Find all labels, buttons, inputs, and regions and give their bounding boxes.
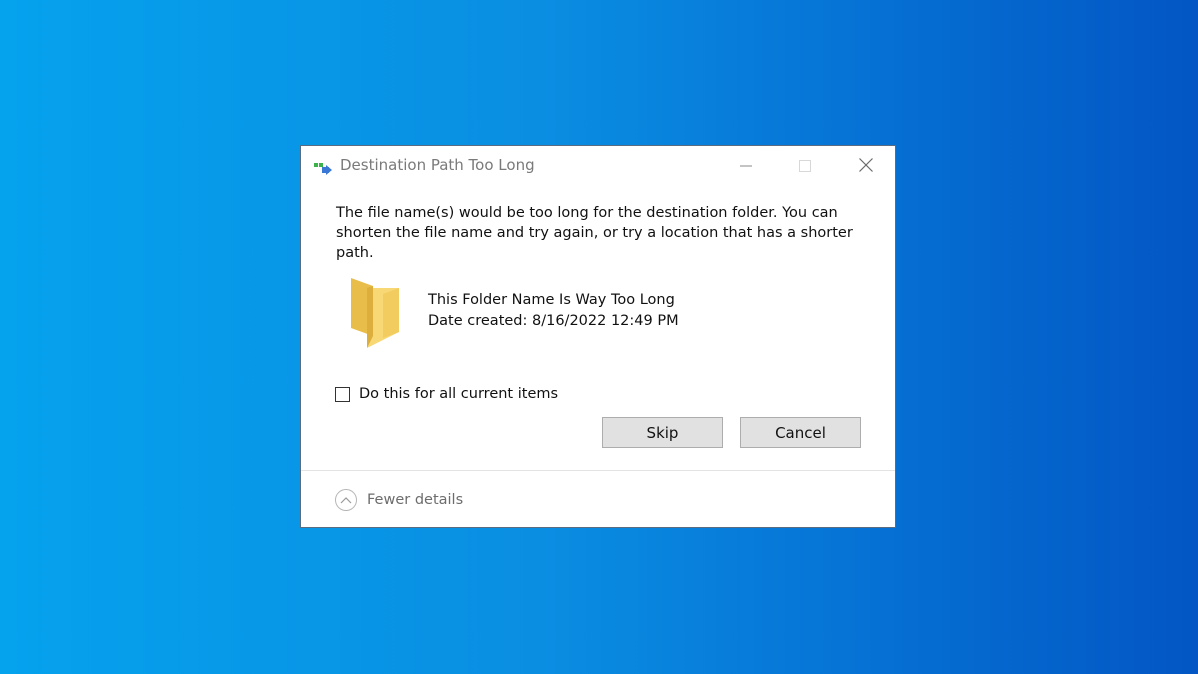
do-this-for-all-checkbox[interactable] (335, 386, 350, 402)
item-name: This Folder Name Is Way Too Long (428, 292, 675, 308)
chevron-up-icon[interactable] (335, 489, 357, 511)
item-date-created: Date created: 8/16/2022 12:49 PM (428, 313, 679, 329)
file-copy-icon (313, 159, 333, 175)
maximize-icon (799, 157, 811, 176)
checkbox-label[interactable]: Do this for all current items (359, 386, 558, 402)
fewer-details-toggle[interactable]: Fewer details (335, 488, 463, 512)
error-message: The file name(s) would be too long for t… (336, 205, 853, 261)
skip-button[interactable]: Skip (602, 417, 723, 448)
close-button[interactable] (846, 152, 886, 180)
maximize-button[interactable] (785, 152, 825, 180)
dialog-title: Destination Path Too Long (340, 156, 535, 174)
do-this-for-all-checkbox-row[interactable]: Do this for all current items (335, 384, 558, 404)
fewer-details-label[interactable]: Fewer details (367, 492, 463, 508)
cancel-button[interactable]: Cancel (740, 417, 861, 448)
destination-path-too-long-dialog: Destination Path Too Long The file name(… (300, 145, 896, 528)
title-bar: Destination Path Too Long (301, 146, 895, 186)
minimize-icon (740, 157, 752, 176)
folder-icon (347, 276, 403, 352)
minimize-button[interactable] (726, 152, 766, 180)
close-icon (859, 157, 873, 176)
dialog-footer: Fewer details (301, 470, 895, 527)
